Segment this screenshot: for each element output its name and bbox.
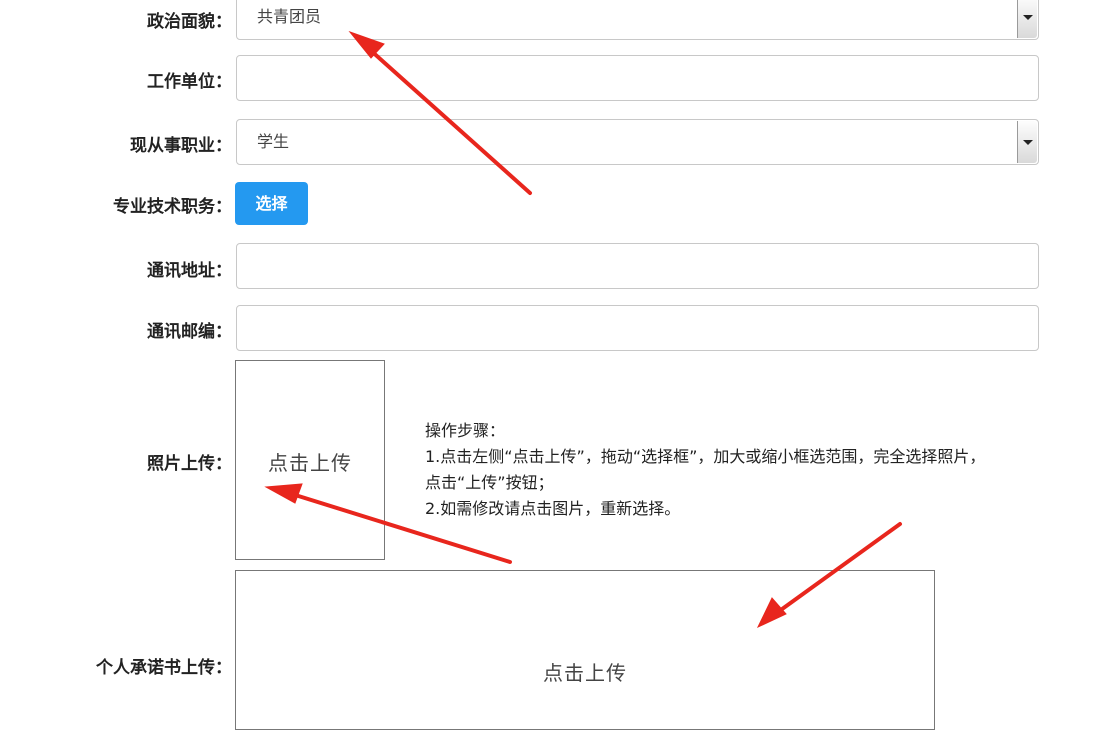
instruction-line: 1.点击左侧“点击上传”，拖动“选择框”，加大或缩小框选范围，完全选择照片， xyxy=(425,447,986,466)
mailing-address-label: 通讯地址： xyxy=(147,261,232,281)
occupation-label: 现从事职业： xyxy=(130,136,232,156)
occupation-select[interactable]: 学生 xyxy=(236,119,1039,165)
political-status-label: 政治面貌： xyxy=(147,12,232,32)
professional-title-label: 专业技术职务： xyxy=(113,197,232,217)
chevron-down-icon[interactable] xyxy=(1017,121,1037,163)
instruction-line: 操作步骤： xyxy=(425,421,506,440)
postal-code-input[interactable] xyxy=(236,305,1039,351)
photo-upload-text: 点击上传 xyxy=(268,451,352,475)
upload-instructions: 操作步骤： 1.点击左侧“点击上传”，拖动“选择框”，加大或缩小框选范围，完全选… xyxy=(425,418,1035,522)
work-unit-label: 工作单位： xyxy=(147,72,232,92)
mailing-address-input[interactable] xyxy=(236,243,1039,289)
work-unit-input[interactable] xyxy=(236,55,1039,101)
chevron-down-icon[interactable] xyxy=(1017,0,1037,38)
instruction-line: 2.如需修改请点击图片，重新选择。 xyxy=(425,499,681,518)
photo-upload-area[interactable]: 点击上传 xyxy=(235,360,385,560)
political-status-value: 共青团员 xyxy=(257,7,322,26)
instruction-line: 点击“上传”按钮； xyxy=(425,473,554,492)
political-status-select[interactable]: 共青团员 xyxy=(236,0,1039,40)
photo-upload-label: 照片上传： xyxy=(147,454,232,474)
occupation-value: 学生 xyxy=(257,132,290,151)
choose-button[interactable]: 选择 xyxy=(235,182,308,225)
commitment-upload-label: 个人承诺书上传： xyxy=(96,658,232,678)
postal-code-label: 通讯邮编： xyxy=(147,322,232,342)
commitment-upload-area[interactable]: 点击上传 xyxy=(235,570,935,730)
commitment-upload-text: 点击上传 xyxy=(543,661,627,685)
